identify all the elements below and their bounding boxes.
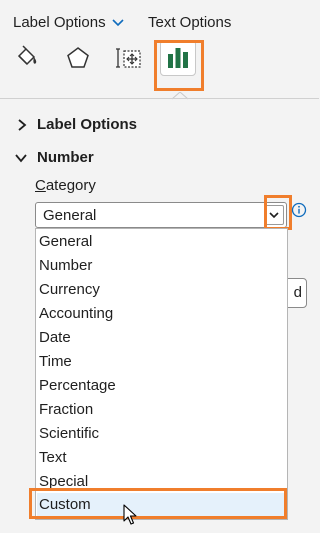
tab-label-options-text: Label Options xyxy=(13,14,106,31)
chevron-down-icon xyxy=(15,153,27,162)
option-special[interactable]: Special xyxy=(39,470,88,494)
option-text[interactable]: Text xyxy=(39,446,67,470)
option-general[interactable]: General xyxy=(39,230,92,254)
section-number[interactable]: Number xyxy=(15,149,94,166)
category-dropdown-button[interactable] xyxy=(264,205,284,225)
option-scientific[interactable]: Scientific xyxy=(39,422,99,446)
option-time[interactable]: Time xyxy=(39,350,72,374)
mouse-cursor-icon xyxy=(123,504,137,525)
option-custom[interactable]: Custom xyxy=(37,493,286,517)
category-label: Category xyxy=(35,177,96,194)
category-select[interactable]: General xyxy=(35,202,287,228)
option-date[interactable]: Date xyxy=(39,326,71,350)
option-number[interactable]: Number xyxy=(39,254,92,278)
label-options-chart-icon[interactable] xyxy=(160,40,196,76)
option-percentage[interactable]: Percentage xyxy=(39,374,116,398)
chevron-down-icon[interactable] xyxy=(112,19,124,27)
option-accounting[interactable]: Accounting xyxy=(39,302,113,326)
option-fraction[interactable]: Fraction xyxy=(39,398,93,422)
category-dropdown-list: General Number Currency Accounting Date … xyxy=(35,228,288,520)
option-currency[interactable]: Currency xyxy=(39,278,100,302)
tab-text-options[interactable]: Text Options xyxy=(148,14,231,31)
section-number-title: Number xyxy=(37,149,94,166)
info-icon[interactable] xyxy=(291,202,307,218)
fill-line-icon[interactable] xyxy=(9,40,45,76)
chevron-right-icon xyxy=(18,118,27,131)
section-label-options[interactable]: Label Options xyxy=(17,116,137,133)
category-select-value: General xyxy=(43,207,97,224)
effects-pentagon-icon[interactable] xyxy=(60,40,96,76)
section-label-options-title: Label Options xyxy=(37,116,138,133)
chevron-down-icon xyxy=(269,211,279,218)
tab-label-options[interactable]: Label Options xyxy=(13,14,124,31)
divider xyxy=(0,98,319,99)
size-properties-icon[interactable] xyxy=(111,40,147,76)
